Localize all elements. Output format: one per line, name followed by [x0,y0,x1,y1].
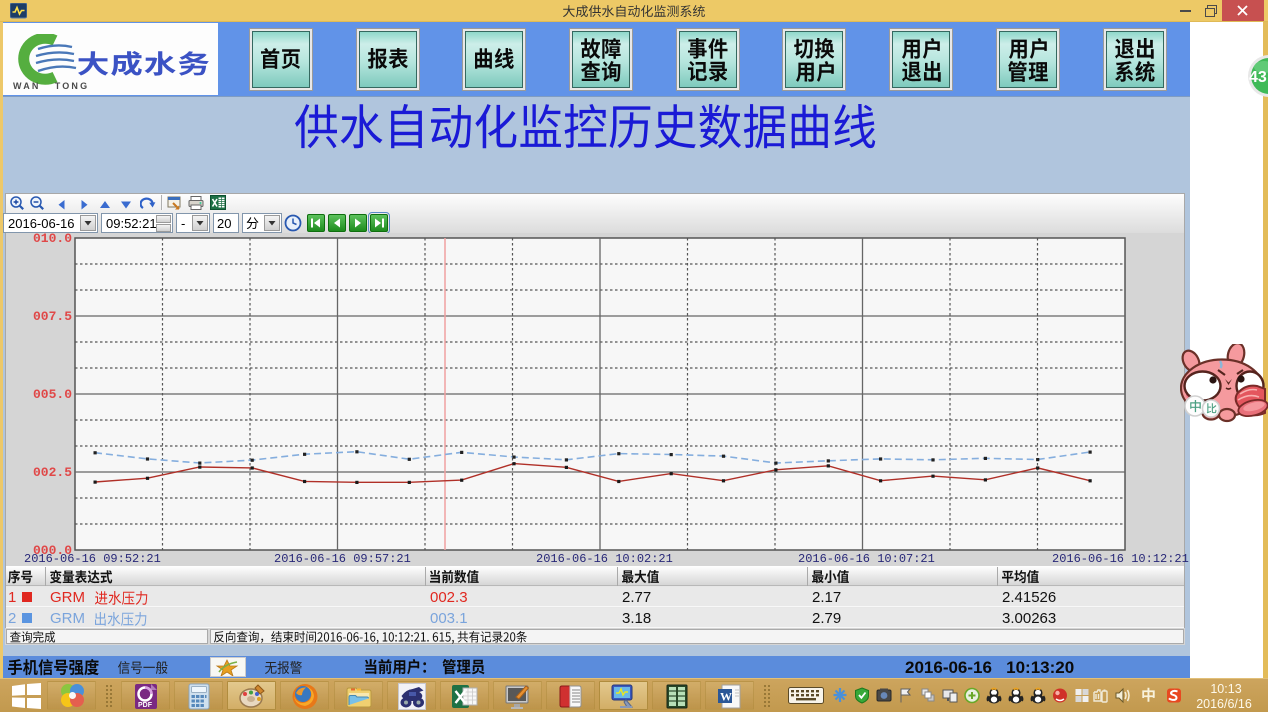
svg-text:W: W [720,690,732,704]
svg-text:PDF: PDF [138,702,153,709]
svg-text:43: 43 [1249,69,1267,86]
